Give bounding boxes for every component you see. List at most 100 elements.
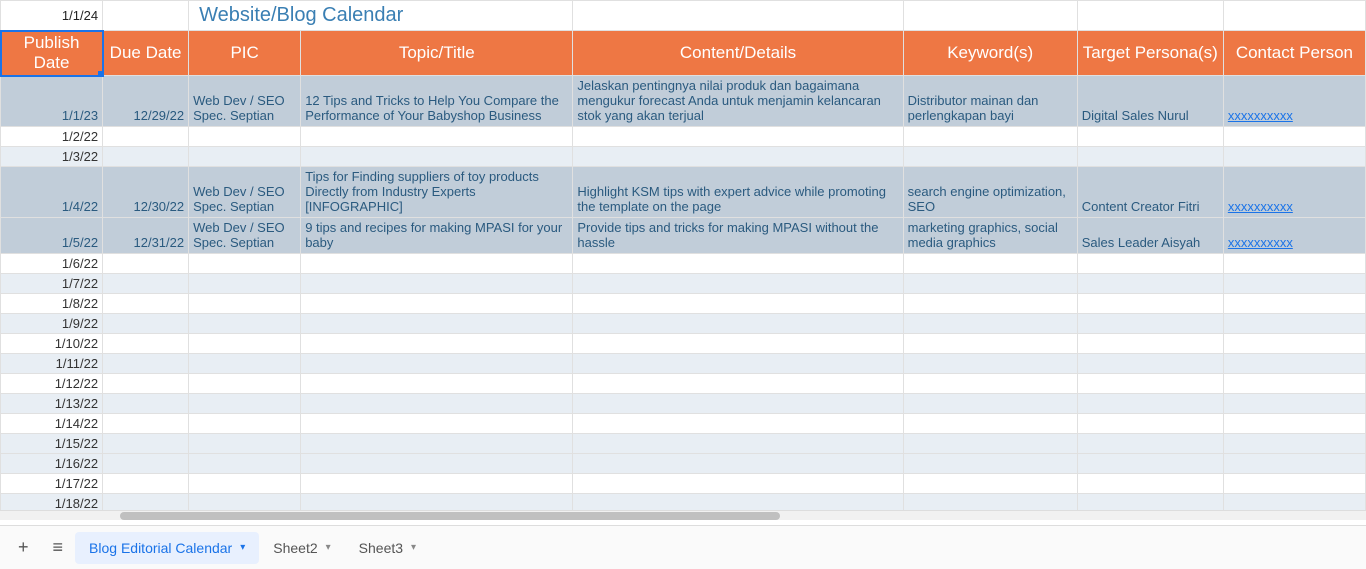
cell[interactable] bbox=[301, 414, 573, 434]
cell-content[interactable]: Jelaskan pentingnya nilai produk dan bag… bbox=[573, 76, 903, 127]
cell[interactable] bbox=[1077, 334, 1223, 354]
cell[interactable] bbox=[903, 454, 1077, 474]
cell[interactable] bbox=[573, 274, 903, 294]
cell[interactable] bbox=[1223, 334, 1365, 354]
cell-publish-date[interactable]: 1/5/22 bbox=[1, 218, 103, 254]
cell-publish-date[interactable]: 1/4/22 bbox=[1, 167, 103, 218]
cell-publish-date[interactable]: 1/6/22 bbox=[1, 254, 103, 274]
table-row[interactable]: 1/8/22 bbox=[1, 294, 1366, 314]
cell[interactable] bbox=[1077, 454, 1223, 474]
table-row[interactable]: 1/11/22 bbox=[1, 354, 1366, 374]
cell-publish-date[interactable]: 1/17/22 bbox=[1, 474, 103, 494]
header-row[interactable]: Publish Date Due Date PIC Topic/Title Co… bbox=[1, 31, 1366, 76]
cell[interactable] bbox=[1223, 354, 1365, 374]
cell[interactable] bbox=[1077, 414, 1223, 434]
cell-keywords[interactable]: Distributor mainan dan perlengkapan bayi bbox=[903, 76, 1077, 127]
cell[interactable] bbox=[301, 127, 573, 147]
cell[interactable] bbox=[189, 274, 301, 294]
table-row[interactable]: 1/13/22 bbox=[1, 394, 1366, 414]
cell-topic[interactable]: 9 tips and recipes for making MPASI for … bbox=[301, 218, 573, 254]
cell-contact[interactable]: xxxxxxxxxx bbox=[1223, 218, 1365, 254]
cell[interactable] bbox=[103, 314, 189, 334]
cell[interactable] bbox=[103, 334, 189, 354]
cell[interactable] bbox=[189, 454, 301, 474]
cell-publish-date[interactable]: 1/14/22 bbox=[1, 414, 103, 434]
cell-publish-date[interactable]: 1/7/22 bbox=[1, 274, 103, 294]
cell[interactable] bbox=[1077, 314, 1223, 334]
cell[interactable] bbox=[1077, 434, 1223, 454]
cell[interactable] bbox=[301, 474, 573, 494]
cell[interactable] bbox=[903, 354, 1077, 374]
cell[interactable] bbox=[103, 147, 189, 167]
cell[interactable] bbox=[1223, 434, 1365, 454]
spreadsheet-grid[interactable]: 1/1/24 Website/Blog Calendar Publish Dat… bbox=[0, 0, 1366, 520]
cell[interactable] bbox=[1077, 294, 1223, 314]
cell[interactable] bbox=[1223, 147, 1365, 167]
cell[interactable] bbox=[301, 354, 573, 374]
cell[interactable] bbox=[1077, 127, 1223, 147]
chevron-down-icon[interactable]: ▾ bbox=[411, 542, 416, 553]
cell[interactable] bbox=[573, 254, 903, 274]
cell-publish-date[interactable]: 1/8/22 bbox=[1, 294, 103, 314]
cell[interactable] bbox=[103, 434, 189, 454]
cell[interactable] bbox=[903, 127, 1077, 147]
cell-due-date[interactable]: 12/31/22 bbox=[103, 218, 189, 254]
all-sheets-button[interactable]: ≡ bbox=[41, 529, 76, 566]
cell-keywords[interactable]: marketing graphics, social media graphic… bbox=[903, 218, 1077, 254]
cell[interactable] bbox=[103, 394, 189, 414]
cell[interactable] bbox=[301, 394, 573, 414]
cell[interactable] bbox=[573, 314, 903, 334]
cell[interactable] bbox=[301, 274, 573, 294]
tab-sheet3[interactable]: Sheet3 ▾ bbox=[345, 532, 430, 564]
cell[interactable] bbox=[301, 294, 573, 314]
cell[interactable] bbox=[1223, 414, 1365, 434]
cell[interactable] bbox=[1077, 474, 1223, 494]
cell[interactable] bbox=[301, 254, 573, 274]
cell[interactable] bbox=[1223, 374, 1365, 394]
cell-topic[interactable]: Tips for Finding suppliers of toy produc… bbox=[301, 167, 573, 218]
cell-due-date[interactable]: 12/29/22 bbox=[103, 76, 189, 127]
cell-contact[interactable]: xxxxxxxxxx bbox=[1223, 76, 1365, 127]
title-row[interactable]: 1/1/24 Website/Blog Calendar bbox=[1, 1, 1366, 31]
header-keywords[interactable]: Keyword(s) bbox=[903, 31, 1077, 76]
cell[interactable] bbox=[573, 294, 903, 314]
cell[interactable] bbox=[1223, 394, 1365, 414]
cell[interactable] bbox=[189, 474, 301, 494]
cell[interactable] bbox=[103, 454, 189, 474]
table-row[interactable]: 1/12/22 bbox=[1, 374, 1366, 394]
cell[interactable] bbox=[1223, 314, 1365, 334]
cell[interactable] bbox=[301, 434, 573, 454]
table-row[interactable]: 1/9/22 bbox=[1, 314, 1366, 334]
cell[interactable] bbox=[301, 374, 573, 394]
horizontal-scrollbar[interactable] bbox=[0, 510, 1366, 520]
cell[interactable] bbox=[573, 434, 903, 454]
contact-link[interactable]: xxxxxxxxxx bbox=[1228, 108, 1293, 123]
cell[interactable] bbox=[573, 334, 903, 354]
cell-publish-date[interactable]: 1/13/22 bbox=[1, 394, 103, 414]
cell[interactable] bbox=[301, 147, 573, 167]
cell-topic[interactable]: 12 Tips and Tricks to Help You Compare t… bbox=[301, 76, 573, 127]
cell-content[interactable]: Provide tips and tricks for making MPASI… bbox=[573, 218, 903, 254]
cell[interactable] bbox=[573, 354, 903, 374]
cell[interactable] bbox=[573, 474, 903, 494]
cell[interactable] bbox=[903, 314, 1077, 334]
cell-persona[interactable]: Digital Sales Nurul bbox=[1077, 76, 1223, 127]
cell[interactable] bbox=[903, 434, 1077, 454]
sheet-title[interactable]: Website/Blog Calendar bbox=[189, 1, 573, 31]
cell[interactable] bbox=[903, 414, 1077, 434]
cell[interactable] bbox=[903, 394, 1077, 414]
cell-pic[interactable]: Web Dev / SEO Spec. Septian bbox=[189, 76, 301, 127]
cell[interactable] bbox=[1223, 274, 1365, 294]
cell[interactable] bbox=[189, 314, 301, 334]
cell[interactable] bbox=[1223, 474, 1365, 494]
cell-publish-date[interactable]: 1/16/22 bbox=[1, 454, 103, 474]
cell-pic[interactable]: Web Dev / SEO Spec. Septian bbox=[189, 167, 301, 218]
cell[interactable] bbox=[103, 254, 189, 274]
cell[interactable] bbox=[1223, 454, 1365, 474]
cell[interactable] bbox=[903, 294, 1077, 314]
cell-publish-date[interactable]: 1/12/22 bbox=[1, 374, 103, 394]
cell-content[interactable]: Highlight KSM tips with expert advice wh… bbox=[573, 167, 903, 218]
table-row[interactable]: 1/2/22 bbox=[1, 127, 1366, 147]
cell[interactable] bbox=[189, 294, 301, 314]
cell[interactable] bbox=[189, 254, 301, 274]
